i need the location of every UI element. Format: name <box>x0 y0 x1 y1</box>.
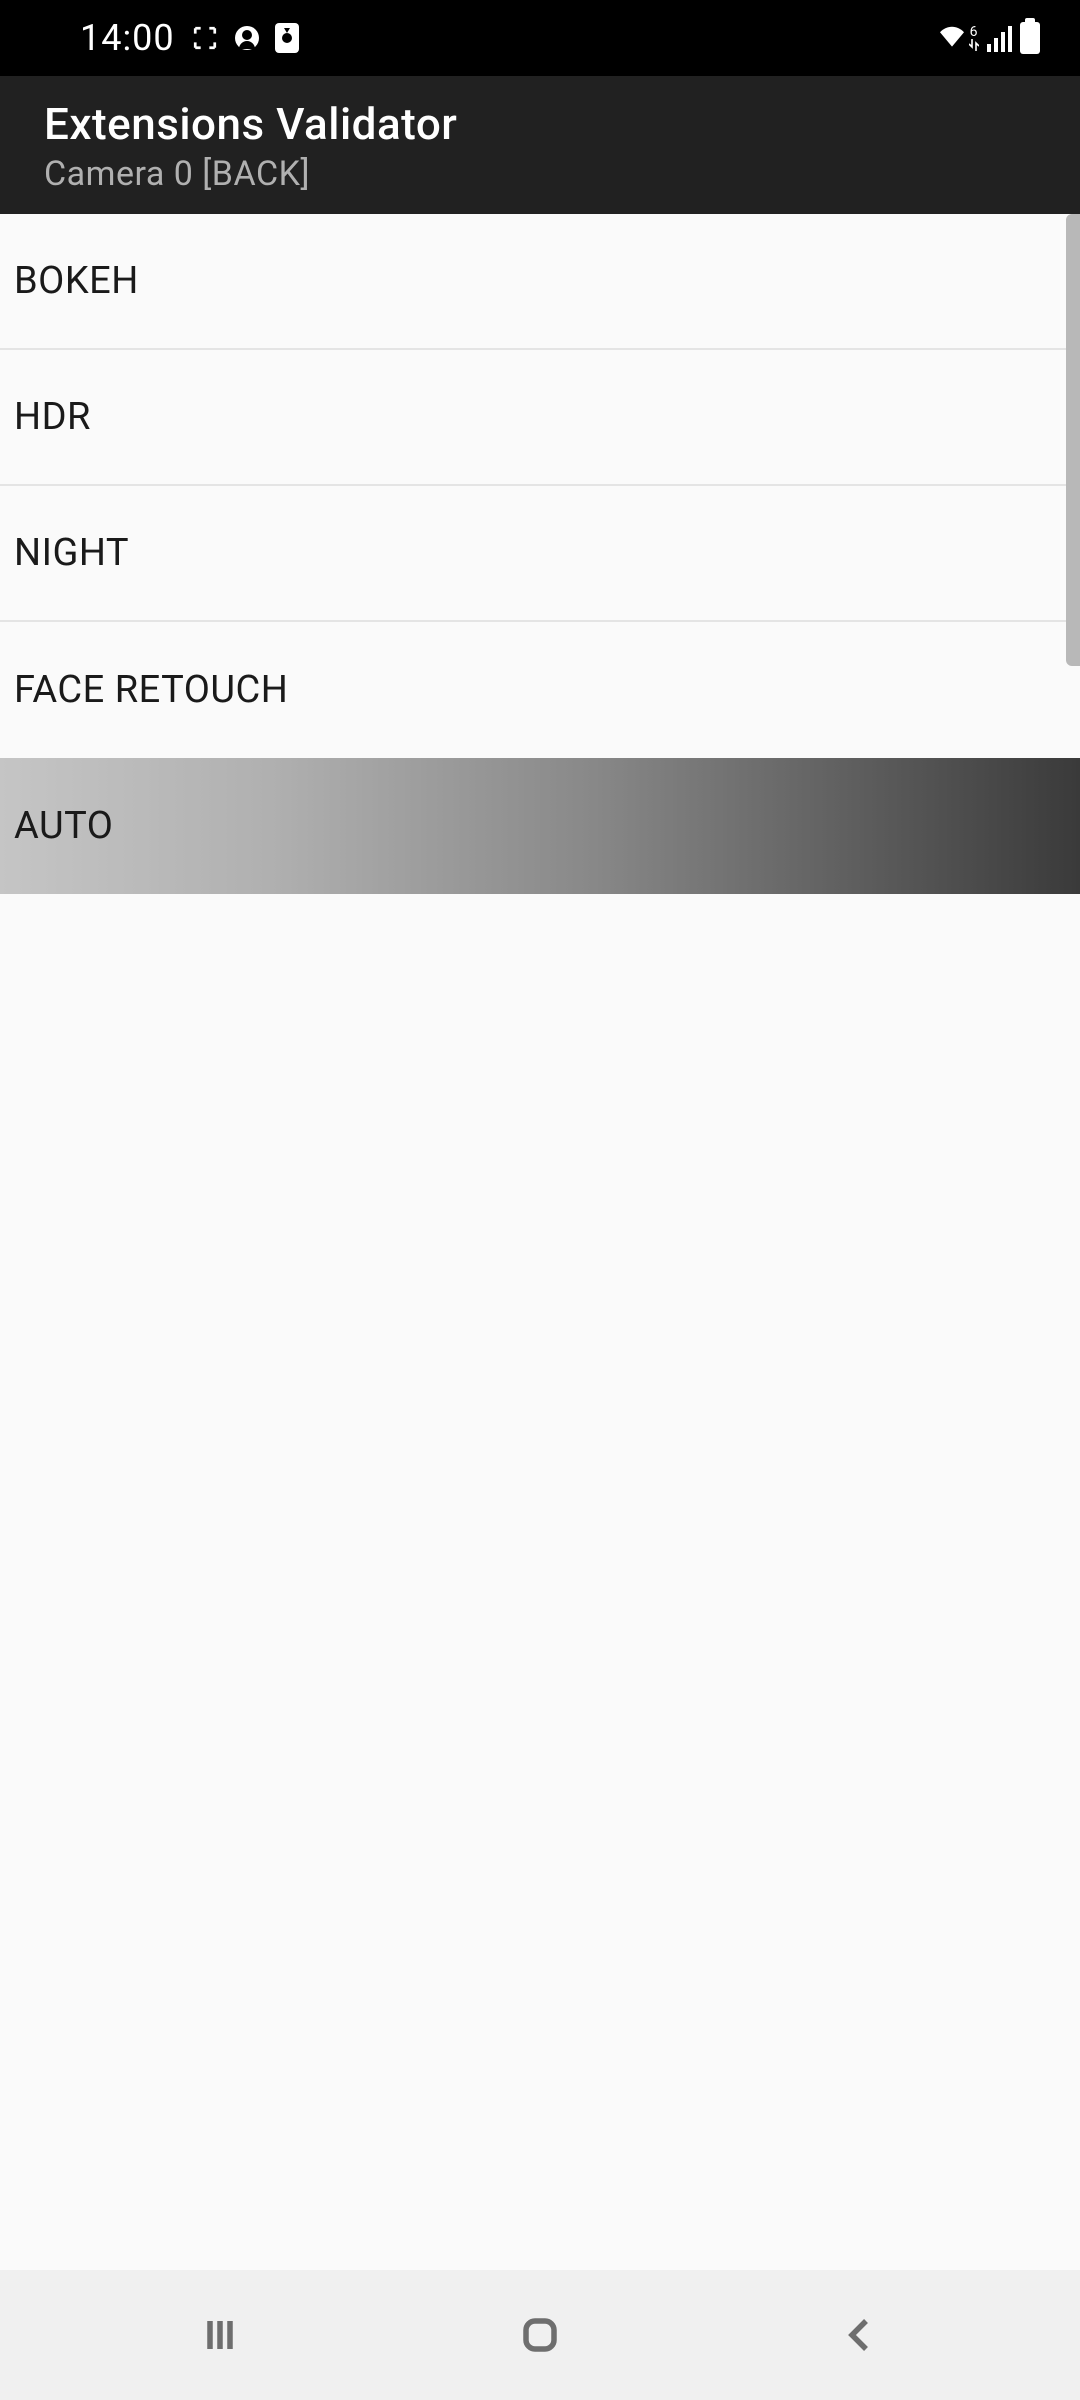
wifi-icon: 6 <box>937 25 979 51</box>
scroll-indicator[interactable] <box>1066 214 1080 666</box>
list-item-label: BOKEH <box>14 259 139 303</box>
app-subtitle: Camera 0 [BACK] <box>44 154 1036 194</box>
account-icon <box>235 26 259 50</box>
list-item-bokeh[interactable]: BOKEH <box>0 214 1080 350</box>
status-time: 14:00 <box>80 17 175 59</box>
battery-icon <box>1020 22 1040 54</box>
wifi-badge: 6 <box>970 25 978 39</box>
list-item-label: FACE RETOUCH <box>14 668 288 712</box>
status-right: 6 <box>937 22 1041 54</box>
list-item-night[interactable]: NIGHT <box>0 486 1080 622</box>
list-item-label: NIGHT <box>14 531 129 575</box>
list-item-auto[interactable]: AUTO <box>0 758 1080 894</box>
status-left: 14:00 <box>80 17 299 59</box>
list-item-hdr[interactable]: HDR <box>0 350 1080 486</box>
list-item-face-retouch[interactable]: FACE RETOUCH <box>0 622 1080 758</box>
navigation-bar <box>0 2270 1080 2400</box>
app-bar: Extensions Validator Camera 0 [BACK] <box>0 76 1080 214</box>
home-button[interactable] <box>510 2305 570 2365</box>
list-item-label: AUTO <box>14 804 113 848</box>
fullscreen-icon <box>191 24 219 52</box>
recents-button[interactable] <box>190 2305 250 2365</box>
cellular-signal-icon <box>987 24 1013 52</box>
app-title: Extensions Validator <box>44 98 1036 150</box>
back-button[interactable] <box>830 2305 890 2365</box>
extensions-list[interactable]: BOKEH HDR NIGHT FACE RETOUCH AUTO <box>0 214 1080 2270</box>
status-bar: 14:00 6 <box>0 0 1080 76</box>
location-tag-icon <box>275 23 299 53</box>
list-item-label: HDR <box>14 395 91 439</box>
